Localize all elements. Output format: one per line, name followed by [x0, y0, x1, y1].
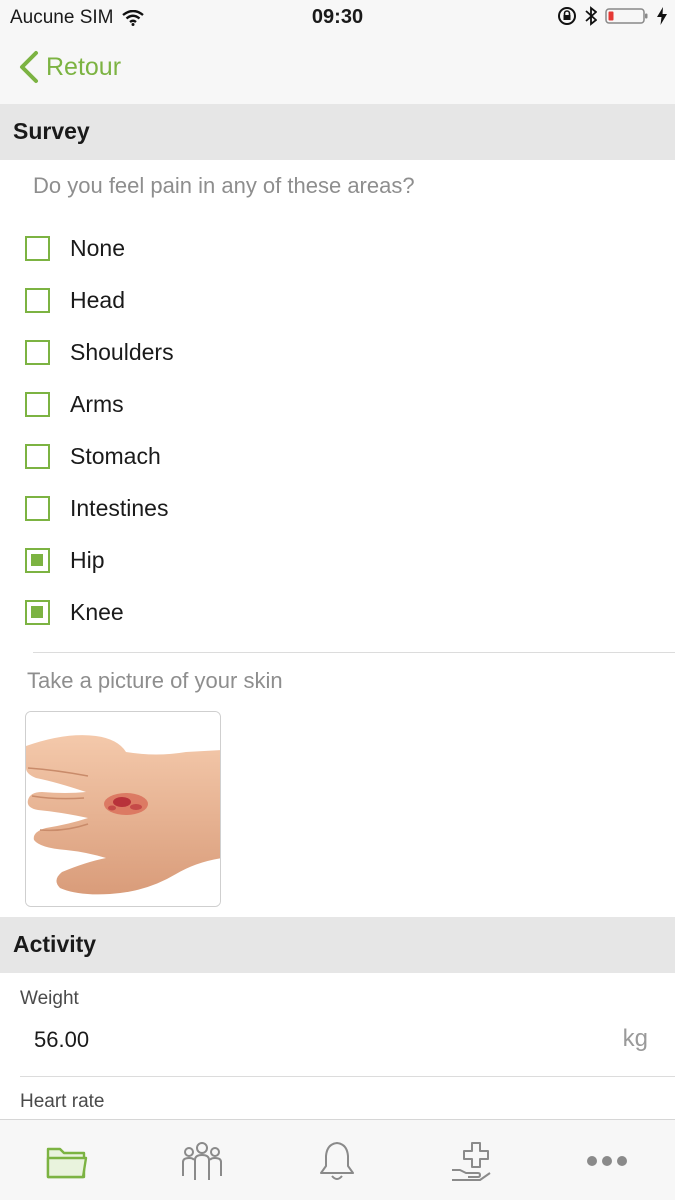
- skin-photo[interactable]: [25, 711, 221, 907]
- option-label: Hip: [70, 546, 105, 573]
- survey-question: Do you feel pain in any of these areas?: [33, 173, 415, 198]
- bell-icon: [320, 1142, 354, 1180]
- option-label: Head: [70, 286, 125, 313]
- option-label: Arms: [70, 390, 124, 417]
- tab-bar: [0, 1119, 675, 1200]
- status-bar: Aucune SIM 09:30: [0, 0, 675, 36]
- medical-care-icon: [452, 1142, 491, 1181]
- option-head[interactable]: Head: [25, 280, 125, 320]
- weight-unit: kg: [622, 1025, 648, 1052]
- divider: [33, 652, 675, 653]
- back-button[interactable]: Retour: [18, 50, 121, 84]
- tab-folder[interactable]: [44, 1138, 90, 1184]
- weight-label: Weight: [20, 988, 79, 1009]
- option-shoulders[interactable]: Shoulders: [25, 332, 174, 372]
- picture-prompt: Take a picture of your skin: [27, 668, 283, 693]
- folder-icon: [46, 1147, 88, 1179]
- tab-notifications[interactable]: [314, 1138, 360, 1184]
- back-label: Retour: [46, 52, 122, 81]
- option-intestines[interactable]: Intestines: [25, 488, 168, 528]
- people-icon: [182, 1142, 222, 1180]
- divider: [20, 1076, 675, 1077]
- survey-section-header: Survey: [0, 104, 675, 160]
- tab-care[interactable]: [449, 1138, 495, 1184]
- chevron-left-icon: [20, 51, 38, 83]
- bluetooth-icon: [585, 6, 597, 26]
- option-arms[interactable]: Arms: [25, 384, 124, 424]
- option-label: Shoulders: [70, 338, 174, 365]
- option-knee[interactable]: Knee: [25, 592, 124, 632]
- option-label: Intestines: [70, 494, 169, 521]
- option-hip[interactable]: Hip: [25, 540, 105, 580]
- option-label: Stomach: [70, 442, 161, 469]
- checkbox[interactable]: [25, 235, 50, 261]
- tab-more[interactable]: [584, 1138, 630, 1184]
- option-label: None: [70, 234, 125, 261]
- checkbox[interactable]: [25, 495, 50, 521]
- tab-community[interactable]: [179, 1138, 225, 1184]
- option-none[interactable]: None: [25, 228, 125, 268]
- checkbox-checked[interactable]: [25, 599, 50, 625]
- rotation-lock-icon: [558, 7, 576, 25]
- checkbox[interactable]: [25, 287, 50, 313]
- weight-value[interactable]: 56.00: [34, 1027, 89, 1053]
- checkbox[interactable]: [25, 391, 50, 417]
- skin-photo-image: [26, 712, 220, 906]
- option-stomach[interactable]: Stomach: [25, 436, 161, 476]
- checkbox[interactable]: [25, 339, 50, 365]
- checkbox-checked[interactable]: [25, 547, 50, 573]
- activity-section-header: Activity: [0, 917, 675, 973]
- battery-icon: [605, 8, 648, 24]
- navigation-bar: Retour: [0, 36, 675, 104]
- option-label: Knee: [70, 598, 124, 625]
- charging-icon: [657, 7, 667, 25]
- status-icons: [557, 6, 667, 26]
- heart-rate-label: Heart rate: [20, 1091, 105, 1112]
- more-icon: [587, 1156, 627, 1166]
- checkbox[interactable]: [25, 443, 50, 469]
